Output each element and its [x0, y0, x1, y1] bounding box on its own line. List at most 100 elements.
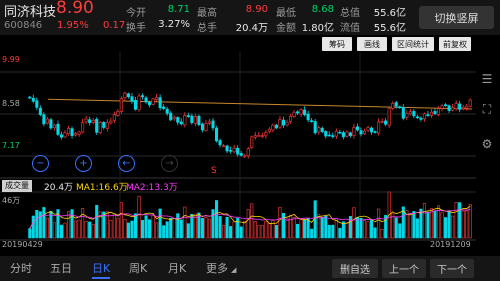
candle: [451, 107, 455, 111]
candle: [317, 127, 321, 133]
volume-bar: [222, 224, 226, 239]
candle: [327, 134, 331, 137]
volume-bar: [207, 218, 212, 239]
candle: [433, 111, 437, 115]
candle: [412, 111, 416, 117]
menu-icon[interactable]: ☰: [478, 70, 496, 88]
volume-bar: [260, 225, 264, 239]
candle: [151, 98, 155, 105]
scroll-left-icon[interactable]: ←: [118, 155, 135, 172]
volume-bar: [116, 217, 120, 239]
quote-value: 8.90: [245, 4, 268, 15]
volume-bar: [288, 214, 293, 239]
volume-bar: [172, 217, 176, 239]
volume-bar: [292, 217, 296, 239]
tab-five-day[interactable]: 五日: [50, 260, 72, 276]
candle: [362, 130, 367, 135]
settings-icon[interactable]: ⚙: [478, 135, 496, 153]
volume-indicator-tag[interactable]: 成交量: [2, 180, 32, 192]
volume-bar: [81, 208, 85, 239]
candle: [56, 123, 60, 135]
zoom-out-icon[interactable]: −: [32, 155, 49, 172]
chip-distribution-button[interactable]: 筹码: [322, 37, 352, 51]
volume-bar: [109, 219, 113, 239]
volume-bar: [352, 207, 356, 239]
candle: [197, 115, 201, 126]
kline-chart[interactable]: [0, 52, 476, 255]
draw-line-button[interactable]: 画线: [357, 37, 387, 51]
volume-bar: [281, 212, 286, 239]
date-end: 20191209: [430, 240, 471, 249]
volume-bar: [274, 225, 278, 239]
switch-portrait-button[interactable]: 切换竖屏: [419, 6, 494, 29]
volume-bar: [151, 215, 155, 239]
volume-bar: [334, 218, 338, 239]
candle: [355, 126, 360, 131]
volume-bar: [253, 221, 257, 239]
scroll-right-icon[interactable]: →: [161, 155, 178, 172]
candle: [74, 133, 78, 136]
volume-bar: [133, 213, 138, 239]
candle: [193, 115, 197, 124]
tab-weekly-k[interactable]: 周K: [129, 260, 147, 276]
forward-adjust-button[interactable]: 前复权: [439, 37, 471, 51]
quote-header: 同济科技 8.90 600846 1.95% 0.17 今开 8.71 最高 8…: [0, 0, 500, 35]
candle: [126, 93, 130, 98]
volume-bar: [176, 213, 180, 239]
volume-bar: [422, 203, 426, 239]
candle: [380, 121, 384, 123]
tab-intraday[interactable]: 分时: [10, 260, 32, 276]
candle: [468, 99, 472, 107]
quote-value: 55.6亿: [373, 8, 406, 19]
volume-bar: [429, 208, 434, 239]
volume-bar: [264, 220, 268, 239]
prev-stock-button[interactable]: 上一个: [382, 259, 426, 278]
volume-bar: [324, 215, 328, 239]
volume-bar: [257, 225, 261, 239]
candle: [200, 123, 204, 131]
candle: [303, 109, 307, 115]
candle: [345, 131, 349, 137]
volume-bar: [370, 219, 374, 239]
next-stock-button[interactable]: 下一个: [430, 259, 474, 278]
candle: [88, 119, 92, 124]
candle: [310, 120, 314, 122]
quote-value: 3.27%: [158, 19, 190, 30]
candle: [214, 128, 219, 142]
candle: [246, 148, 250, 156]
tab-monthly-k[interactable]: 月K: [168, 260, 186, 276]
volume-bar: [451, 215, 455, 239]
volume-bar: [63, 222, 67, 239]
zoom-in-icon[interactable]: +: [75, 155, 92, 172]
remove-watchlist-button[interactable]: 删自选: [332, 259, 378, 278]
candle: [359, 130, 363, 135]
volume-bar: [232, 221, 236, 239]
candle: [211, 120, 215, 129]
volume-bar: [200, 218, 204, 239]
candle: [225, 145, 229, 152]
candle: [426, 114, 430, 116]
volume-bar: [42, 207, 46, 239]
volume-bar: [70, 209, 74, 239]
volume-bar: [299, 219, 303, 239]
tab-daily-k[interactable]: 日K: [92, 260, 111, 279]
volume-bar: [140, 220, 145, 239]
tab-more[interactable]: 更多: [206, 260, 228, 276]
fullscreen-icon[interactable]: ⛶: [478, 100, 496, 118]
candle: [77, 131, 81, 135]
change-percent: 1.95%: [57, 20, 89, 31]
quote-value: 8.68: [311, 4, 334, 15]
date-start: 20190429: [2, 240, 43, 249]
range-stats-button[interactable]: 区间统计: [392, 37, 434, 51]
candle: [204, 123, 208, 131]
volume-bar: [345, 222, 349, 239]
volume-bar: [338, 227, 342, 239]
low-marker: S: [211, 166, 217, 176]
candle: [250, 136, 254, 148]
volume-bar: [31, 215, 35, 239]
candle: [98, 122, 102, 134]
candle: [331, 135, 335, 137]
candle: [352, 127, 356, 136]
candle: [70, 128, 74, 136]
volume-bar: [412, 211, 416, 239]
